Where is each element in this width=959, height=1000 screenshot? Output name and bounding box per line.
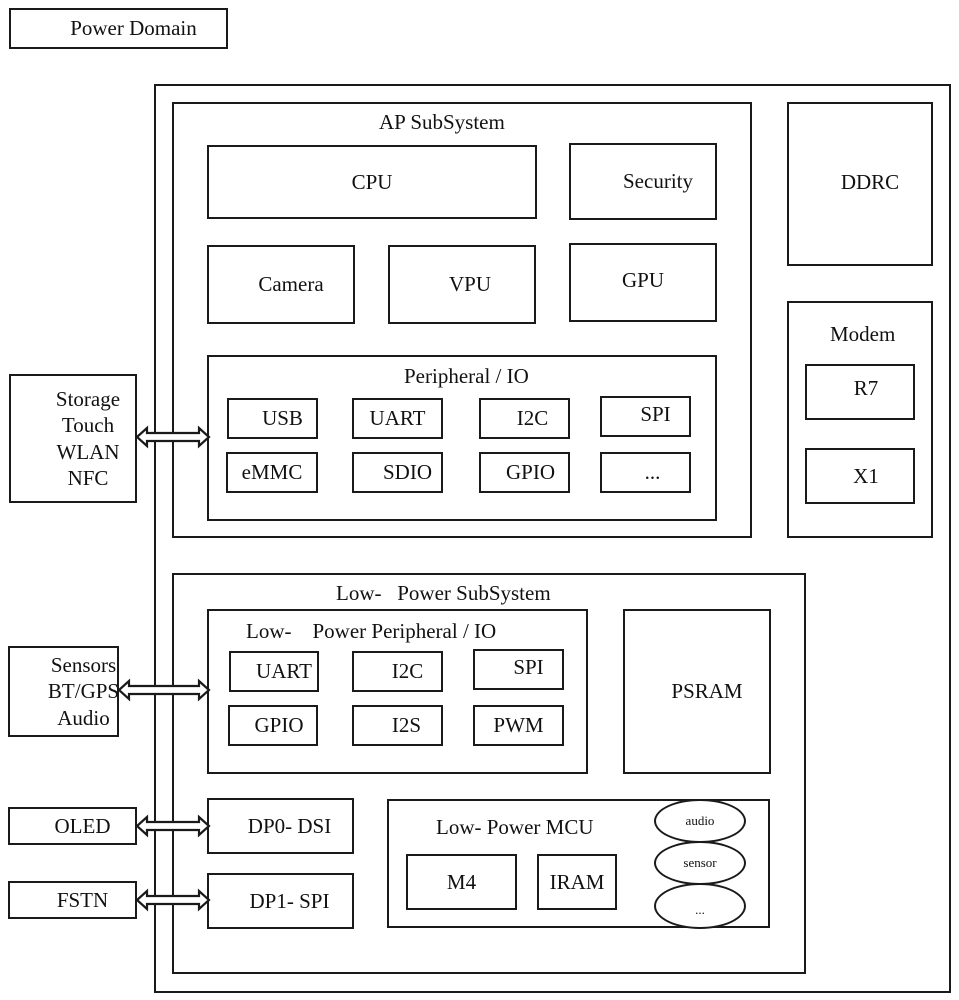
psram-block: PSRAM bbox=[623, 609, 771, 774]
ap-io-gpio-label: GPIO bbox=[505, 460, 555, 484]
sensors-label: Sensors bbox=[50, 653, 117, 678]
security-block: Security bbox=[569, 143, 717, 220]
lp-io-spi: SPI bbox=[473, 649, 564, 690]
ap-io-i2c: I2C bbox=[479, 398, 570, 439]
sensor-label: sensor bbox=[683, 855, 717, 870]
m4-core: M4 bbox=[406, 854, 517, 910]
dp1-spi-label: DP1- SPI bbox=[249, 888, 330, 913]
ap-io-spi: SPI bbox=[600, 396, 691, 437]
ap-io-sdio-label: SDIO bbox=[382, 460, 432, 484]
modem-x1-label: X1 bbox=[853, 463, 879, 488]
ap-subsystem-title: AP SubSystem bbox=[379, 110, 505, 134]
ap-io-uart: UART bbox=[352, 398, 443, 439]
external-fstn: FSTN bbox=[8, 881, 137, 919]
lp-io-gpio: GPIO bbox=[228, 705, 318, 746]
security-label: Security bbox=[623, 169, 693, 193]
ap-io-emmc-label: eMMC bbox=[241, 460, 303, 484]
lp-io-pwm-label: PWM bbox=[493, 713, 544, 737]
camera-block: Camera bbox=[207, 245, 355, 324]
ap-io-uart-label: UART bbox=[369, 406, 426, 430]
gpu-label: GPU bbox=[621, 268, 664, 292]
ddrc-label: DDRC bbox=[840, 169, 900, 194]
external-oled: OLED bbox=[8, 807, 137, 845]
psram-label: PSRAM bbox=[671, 679, 743, 703]
lp-io-uart-label: UART bbox=[256, 659, 312, 683]
lp-io-pwm: PWM bbox=[473, 705, 564, 746]
cpu-block: CPU bbox=[207, 145, 537, 219]
nfc-label: NFC bbox=[67, 465, 109, 490]
camera-label: Camera bbox=[258, 272, 324, 296]
lp-io-gpio-label: GPIO bbox=[254, 713, 304, 737]
modem-x1: X1 bbox=[805, 448, 915, 504]
power-domain-legend: Power Domain bbox=[9, 8, 228, 49]
lp-peripheral-io-title: Low- Power Peripheral / IO bbox=[246, 619, 497, 643]
lp-io-i2c-label: I2C bbox=[391, 659, 424, 683]
ap-io-sdio: SDIO bbox=[352, 452, 443, 493]
vpu-block: VPU bbox=[388, 245, 536, 324]
cpu-label: CPU bbox=[351, 169, 393, 194]
ap-io-more: ... bbox=[600, 452, 691, 493]
ap-io-i2c-label: I2C bbox=[516, 406, 549, 430]
dp1-spi-block: DP1- SPI bbox=[207, 873, 354, 929]
external-storage-group: Storage Touch WLAN NFC bbox=[9, 374, 137, 503]
storage-label: Storage bbox=[55, 387, 121, 411]
wlan-label: WLAN bbox=[56, 439, 120, 464]
lp-io-uart: UART bbox=[229, 651, 319, 692]
dp0-dsi-label: DP0- DSI bbox=[247, 813, 332, 838]
ap-peripheral-io-title: Peripheral / IO bbox=[404, 364, 529, 388]
dp0-dsi-block: DP0- DSI bbox=[207, 798, 354, 854]
ap-io-usb-label: USB bbox=[262, 406, 303, 430]
m4-label: M4 bbox=[446, 869, 477, 894]
lp-io-i2s-label: I2S bbox=[391, 713, 422, 737]
gpu-block: GPU bbox=[569, 243, 717, 322]
lp-io-i2c: I2C bbox=[352, 651, 443, 692]
touch-label: Touch bbox=[61, 413, 115, 438]
external-sensor-group: Sensors BT/GPS Audio bbox=[8, 646, 119, 737]
ap-io-more-label: ... bbox=[644, 460, 661, 484]
modem-title: Modem bbox=[830, 322, 896, 346]
oled-label: OLED bbox=[54, 813, 111, 838]
lp-io-i2s: I2S bbox=[352, 705, 443, 746]
bt-gps-label: BT/GPS bbox=[47, 679, 120, 704]
mcu-service-sensor: sensor bbox=[654, 841, 746, 885]
audio-ext-label: Audio bbox=[57, 705, 110, 730]
low-power-subsystem-title: Low- Power SubSystem bbox=[336, 581, 551, 605]
modem-r7: R7 bbox=[805, 364, 915, 420]
iram-block: IRAM bbox=[537, 854, 617, 910]
mcu-service-more: ... bbox=[654, 883, 746, 929]
lp-io-spi-label: SPI bbox=[513, 655, 544, 679]
ap-io-spi-label: SPI bbox=[640, 402, 671, 426]
more-label: ... bbox=[695, 902, 705, 917]
ap-io-emmc: eMMC bbox=[226, 452, 318, 493]
ddrc-block: DDRC bbox=[787, 102, 933, 266]
fstn-label: FSTN bbox=[56, 887, 109, 912]
mcu-service-audio: audio bbox=[654, 799, 746, 843]
audio-label: audio bbox=[685, 813, 715, 828]
modem-r7-label: R7 bbox=[853, 375, 879, 400]
iram-label: IRAM bbox=[549, 869, 605, 894]
ap-io-gpio: GPIO bbox=[479, 452, 570, 493]
vpu-label: VPU bbox=[448, 272, 491, 296]
legend-label: Power Domain bbox=[70, 16, 197, 40]
low-power-mcu-title: Low- Power MCU bbox=[436, 815, 594, 839]
ap-io-usb: USB bbox=[227, 398, 318, 439]
